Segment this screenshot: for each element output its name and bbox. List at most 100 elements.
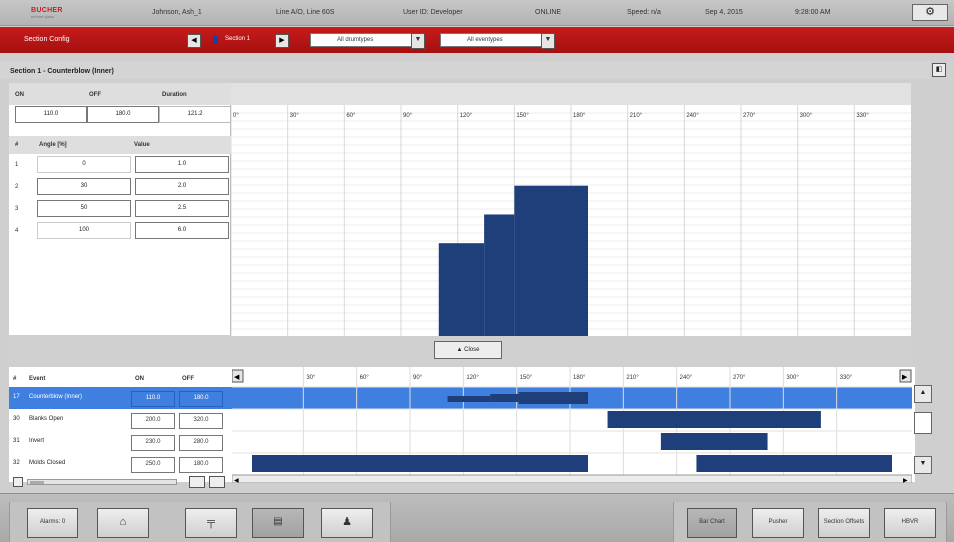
event-row-counterblow[interactable]: 17 Counterblow (Inner) 110.0 180.0 bbox=[9, 387, 233, 409]
grid-view-button[interactable] bbox=[189, 476, 205, 488]
event-timeline-svg: ◀ ▶ 30° 60° 90° 120° 150° 180° 210° 240° 270° 300° 3… bbox=[232, 367, 912, 483]
event-on-field[interactable]: 200.0 bbox=[131, 413, 175, 429]
section-color-swatch bbox=[213, 36, 218, 44]
event-on-field[interactable]: 230.0 bbox=[131, 435, 175, 451]
arrow-left-icon: ◀ bbox=[234, 374, 240, 381]
scroll-up-button[interactable]: ▲ bbox=[914, 385, 932, 403]
event-row-molds-closed[interactable]: 32 Molds Closed 250.0 180.0 bbox=[9, 453, 233, 475]
on-field[interactable]: 110.0 bbox=[15, 106, 87, 123]
section-offsets-button[interactable]: Section Offsets bbox=[818, 508, 870, 538]
alarms-button[interactable]: Alarms: 0 bbox=[27, 508, 78, 538]
panel-toggle-icon: ◧ bbox=[935, 66, 943, 73]
logo-main: BUCHER bbox=[31, 7, 63, 14]
section-selector[interactable]: Section 1 bbox=[209, 34, 269, 46]
chevron-down-icon[interactable]: ▼ bbox=[541, 33, 555, 49]
home-button[interactable]: ⌂ bbox=[97, 508, 149, 538]
event-off-field[interactable]: 180.0 bbox=[179, 457, 223, 473]
value-field[interactable]: 1.0 bbox=[135, 156, 229, 173]
timeline-bar bbox=[518, 392, 588, 404]
angle-field[interactable]: 50 bbox=[37, 200, 131, 217]
timeline-tick-label: 300° bbox=[786, 375, 799, 381]
next-section-button[interactable]: ▶ bbox=[275, 34, 289, 48]
event-name: Counterblow (Inner) bbox=[29, 394, 83, 400]
row-num: 4 bbox=[15, 228, 19, 234]
timeline-bar bbox=[252, 455, 588, 472]
x-tick-label: 30° bbox=[290, 113, 300, 119]
operator-button[interactable]: ♟ bbox=[321, 508, 373, 538]
bar-chart-button[interactable]: Bar Chart bbox=[687, 508, 737, 538]
gear-icon: ⚙ bbox=[925, 6, 935, 18]
params-header-bg bbox=[9, 83, 231, 105]
scroll-down-button[interactable]: ▼ bbox=[914, 456, 932, 474]
hbvr-button[interactable]: HBVR bbox=[884, 508, 936, 538]
prev-section-button[interactable]: ◀ bbox=[187, 34, 201, 48]
value-field[interactable]: 6.0 bbox=[135, 222, 229, 239]
logo-sub: emhart glass bbox=[31, 14, 54, 19]
timeline-tick-label: 120° bbox=[466, 375, 479, 381]
timeline-tick-label: 150° bbox=[520, 375, 533, 381]
timeline-hscrollbar bbox=[232, 474, 912, 483]
time-readout: 9:28:00 AM bbox=[795, 9, 831, 16]
x-tick-label: 210° bbox=[630, 113, 643, 119]
off-label: OFF bbox=[89, 92, 101, 98]
scroll-thumb[interactable] bbox=[30, 481, 44, 484]
arrow-up-icon: ▲ bbox=[919, 389, 927, 396]
event-off-field[interactable]: 280.0 bbox=[179, 435, 223, 451]
machine-icon: ╤ bbox=[207, 516, 215, 528]
event-num: 30 bbox=[13, 416, 20, 422]
timeline-bar bbox=[447, 396, 491, 402]
drumtype-filter[interactable]: All drumtypes ▼ bbox=[310, 33, 425, 49]
timeline-tick-label: 270° bbox=[733, 375, 746, 381]
value-field[interactable]: 2.0 bbox=[135, 178, 229, 195]
arrow-down-icon: ▼ bbox=[919, 460, 927, 467]
x-tick-label: 120° bbox=[460, 113, 473, 119]
drumtype-filter-value: All drumtypes bbox=[337, 37, 374, 43]
user-name: Johnson, Ash_1 bbox=[152, 9, 202, 16]
eventtype-filter-value: All eventypes bbox=[467, 37, 503, 43]
duration-value: 121.2 bbox=[159, 106, 231, 123]
event-off-field[interactable]: 180.0 bbox=[179, 391, 223, 407]
event-row-invert[interactable]: 31 Invert 230.0 280.0 bbox=[9, 431, 233, 453]
chevron-down-icon[interactable]: ▼ bbox=[411, 33, 425, 49]
angle-value: 0 bbox=[37, 156, 131, 173]
x-tick-label: 270° bbox=[743, 113, 756, 119]
row-selector-toggle[interactable] bbox=[13, 477, 23, 487]
event-name: Invert bbox=[29, 438, 45, 444]
arrow-left-icon: ◀ bbox=[191, 37, 197, 44]
user-id: User ID: Developer bbox=[403, 9, 463, 16]
split-view-button[interactable] bbox=[209, 476, 225, 488]
chart-header bbox=[231, 83, 911, 105]
event-on-field[interactable]: 110.0 bbox=[131, 391, 175, 407]
timeline-tick-label: 30° bbox=[306, 375, 316, 381]
machine-button[interactable]: ╤ bbox=[185, 508, 237, 538]
table-hscrollbar[interactable] bbox=[27, 479, 177, 485]
event-name: Blanks Open bbox=[29, 416, 64, 422]
timeline-header bbox=[232, 367, 912, 387]
operator-icon: ♟ bbox=[342, 516, 352, 528]
timeline-tick-label: 330° bbox=[840, 375, 853, 381]
event-row-blanks-open[interactable]: 30 Blanks Open 200.0 320.0 bbox=[9, 409, 233, 431]
line-name: Line A/O, Line 60S bbox=[276, 9, 335, 16]
collapse-panel-button[interactable]: ◧ bbox=[932, 63, 946, 77]
off-field[interactable]: 180.0 bbox=[87, 106, 159, 123]
close-chart-button[interactable]: ▲ Close bbox=[434, 341, 502, 359]
event-num: 17 bbox=[13, 394, 20, 400]
section-button[interactable]: ▤ bbox=[252, 508, 304, 538]
eventtype-filter[interactable]: All eventypes ▼ bbox=[440, 33, 555, 49]
event-off-field[interactable]: 320.0 bbox=[179, 413, 223, 429]
chart-bar bbox=[438, 243, 485, 336]
events-col-off: OFF bbox=[182, 376, 194, 382]
pusher-button[interactable]: Pusher bbox=[752, 508, 804, 538]
angle-field[interactable]: 30 bbox=[37, 178, 131, 195]
row-num: 2 bbox=[15, 184, 19, 190]
section-toolbar: Section Config ◀ Section 1 ▶ All drumtyp… bbox=[0, 27, 954, 53]
date-readout: Sep 4, 2015 bbox=[705, 9, 743, 16]
value-field[interactable]: 2.5 bbox=[135, 200, 229, 217]
events-col-num: # bbox=[13, 376, 17, 382]
x-tick-label: 240° bbox=[686, 113, 699, 119]
timeline-tick-label: 90° bbox=[413, 375, 423, 381]
settings-button[interactable]: ⚙ bbox=[912, 4, 948, 21]
vscroll-thumb[interactable] bbox=[914, 412, 932, 434]
event-on-field[interactable]: 250.0 bbox=[131, 457, 175, 473]
duration-label: Duration bbox=[162, 92, 187, 98]
